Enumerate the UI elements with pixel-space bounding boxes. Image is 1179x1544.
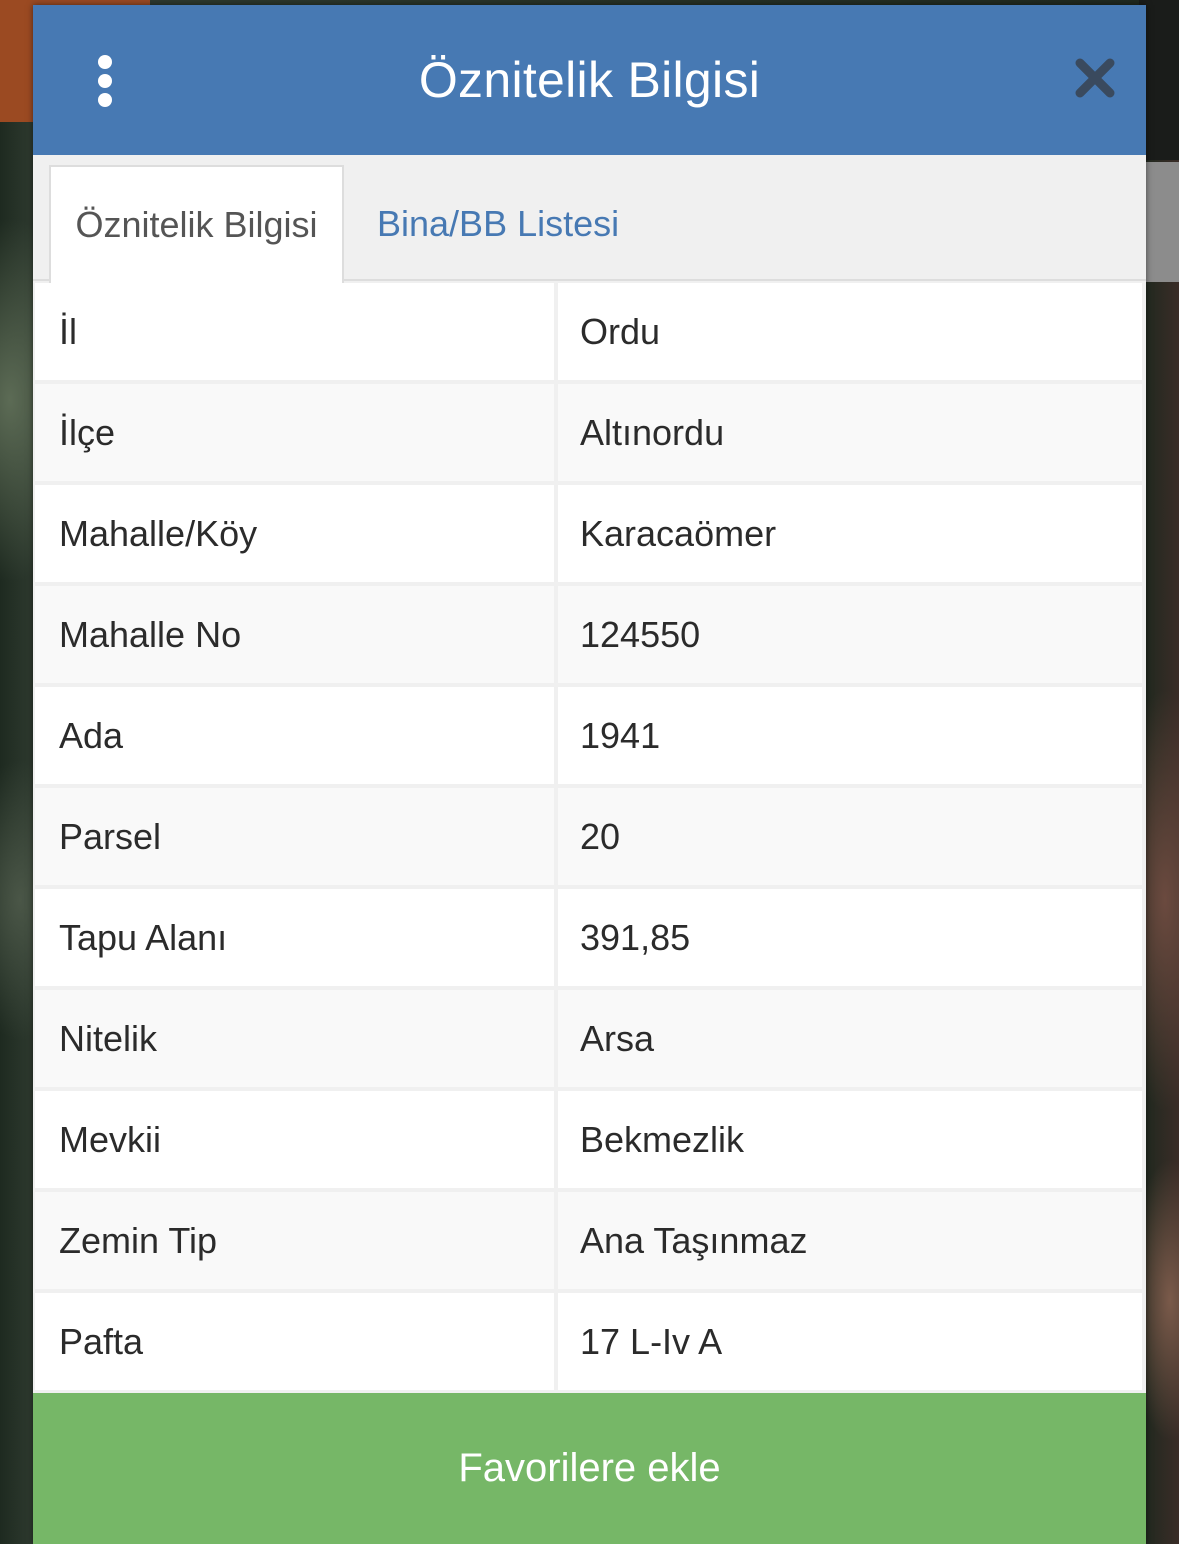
attribute-value: 17 L-Iv A <box>558 1293 1142 1390</box>
attribute-value: Arsa <box>558 990 1142 1087</box>
table-row: Mahalle/Köy Karacaömer <box>35 485 1144 586</box>
attribute-value: 124550 <box>558 586 1142 683</box>
map-scrollbar[interactable] <box>1145 162 1179 282</box>
attribute-key: Mahalle No <box>35 586 554 683</box>
attribute-key: Mevkii <box>35 1091 554 1188</box>
attribute-key: İlçe <box>35 384 554 481</box>
table-row: Mahalle No 124550 <box>35 586 1144 687</box>
attribute-key: Pafta <box>35 1293 554 1390</box>
close-icon[interactable] <box>1072 55 1118 101</box>
panel-header: Öznitelik Bilgisi <box>33 5 1146 155</box>
attribute-value: 391,85 <box>558 889 1142 986</box>
panel-title: Öznitelik Bilgisi <box>418 52 761 108</box>
attribute-value: 20 <box>558 788 1142 885</box>
add-to-favorites-button[interactable]: Favorilere ekle <box>33 1393 1146 1544</box>
table-row: İlçe Altınordu <box>35 384 1144 485</box>
attribute-key: Nitelik <box>35 990 554 1087</box>
table-row: Parsel 20 <box>35 788 1144 889</box>
attribute-value: Ana Taşınmaz <box>558 1192 1142 1289</box>
attribute-key: Zemin Tip <box>35 1192 554 1289</box>
attribute-key: Parsel <box>35 788 554 885</box>
attribute-key: Mahalle/Köy <box>35 485 554 582</box>
more-vertical-icon[interactable] <box>88 55 122 107</box>
table-row: Mevkii Bekmezlik <box>35 1091 1144 1192</box>
tab-attribute-info[interactable]: Öznitelik Bilgisi <box>49 165 344 283</box>
attribute-value: 1941 <box>558 687 1142 784</box>
table-row: Nitelik Arsa <box>35 990 1144 1091</box>
table-row: Tapu Alanı 391,85 <box>35 889 1144 990</box>
attribute-value: Bekmezlik <box>558 1091 1142 1188</box>
attribute-value: Altınordu <box>558 384 1142 481</box>
table-row: Pafta 17 L-Iv A <box>35 1293 1144 1394</box>
tab-building-list[interactable]: Bina/BB Listesi <box>377 165 619 283</box>
table-row: Ada 1941 <box>35 687 1144 788</box>
table-row: İl Ordu <box>35 283 1144 384</box>
attribute-key: Ada <box>35 687 554 784</box>
attribute-table: İl Ordu İlçe Altınordu Mahalle/Köy Karac… <box>35 283 1144 1394</box>
attribute-value: Karacaömer <box>558 485 1142 582</box>
attribute-key: Tapu Alanı <box>35 889 554 986</box>
attribute-key: İl <box>35 283 554 380</box>
attribute-value: Ordu <box>558 283 1142 380</box>
table-row: Zemin Tip Ana Taşınmaz <box>35 1192 1144 1293</box>
tab-bar: Öznitelik Bilgisi Bina/BB Listesi <box>33 155 1146 283</box>
attribute-info-panel: Öznitelik Bilgisi Öznitelik Bilgisi Bina… <box>33 5 1146 1544</box>
